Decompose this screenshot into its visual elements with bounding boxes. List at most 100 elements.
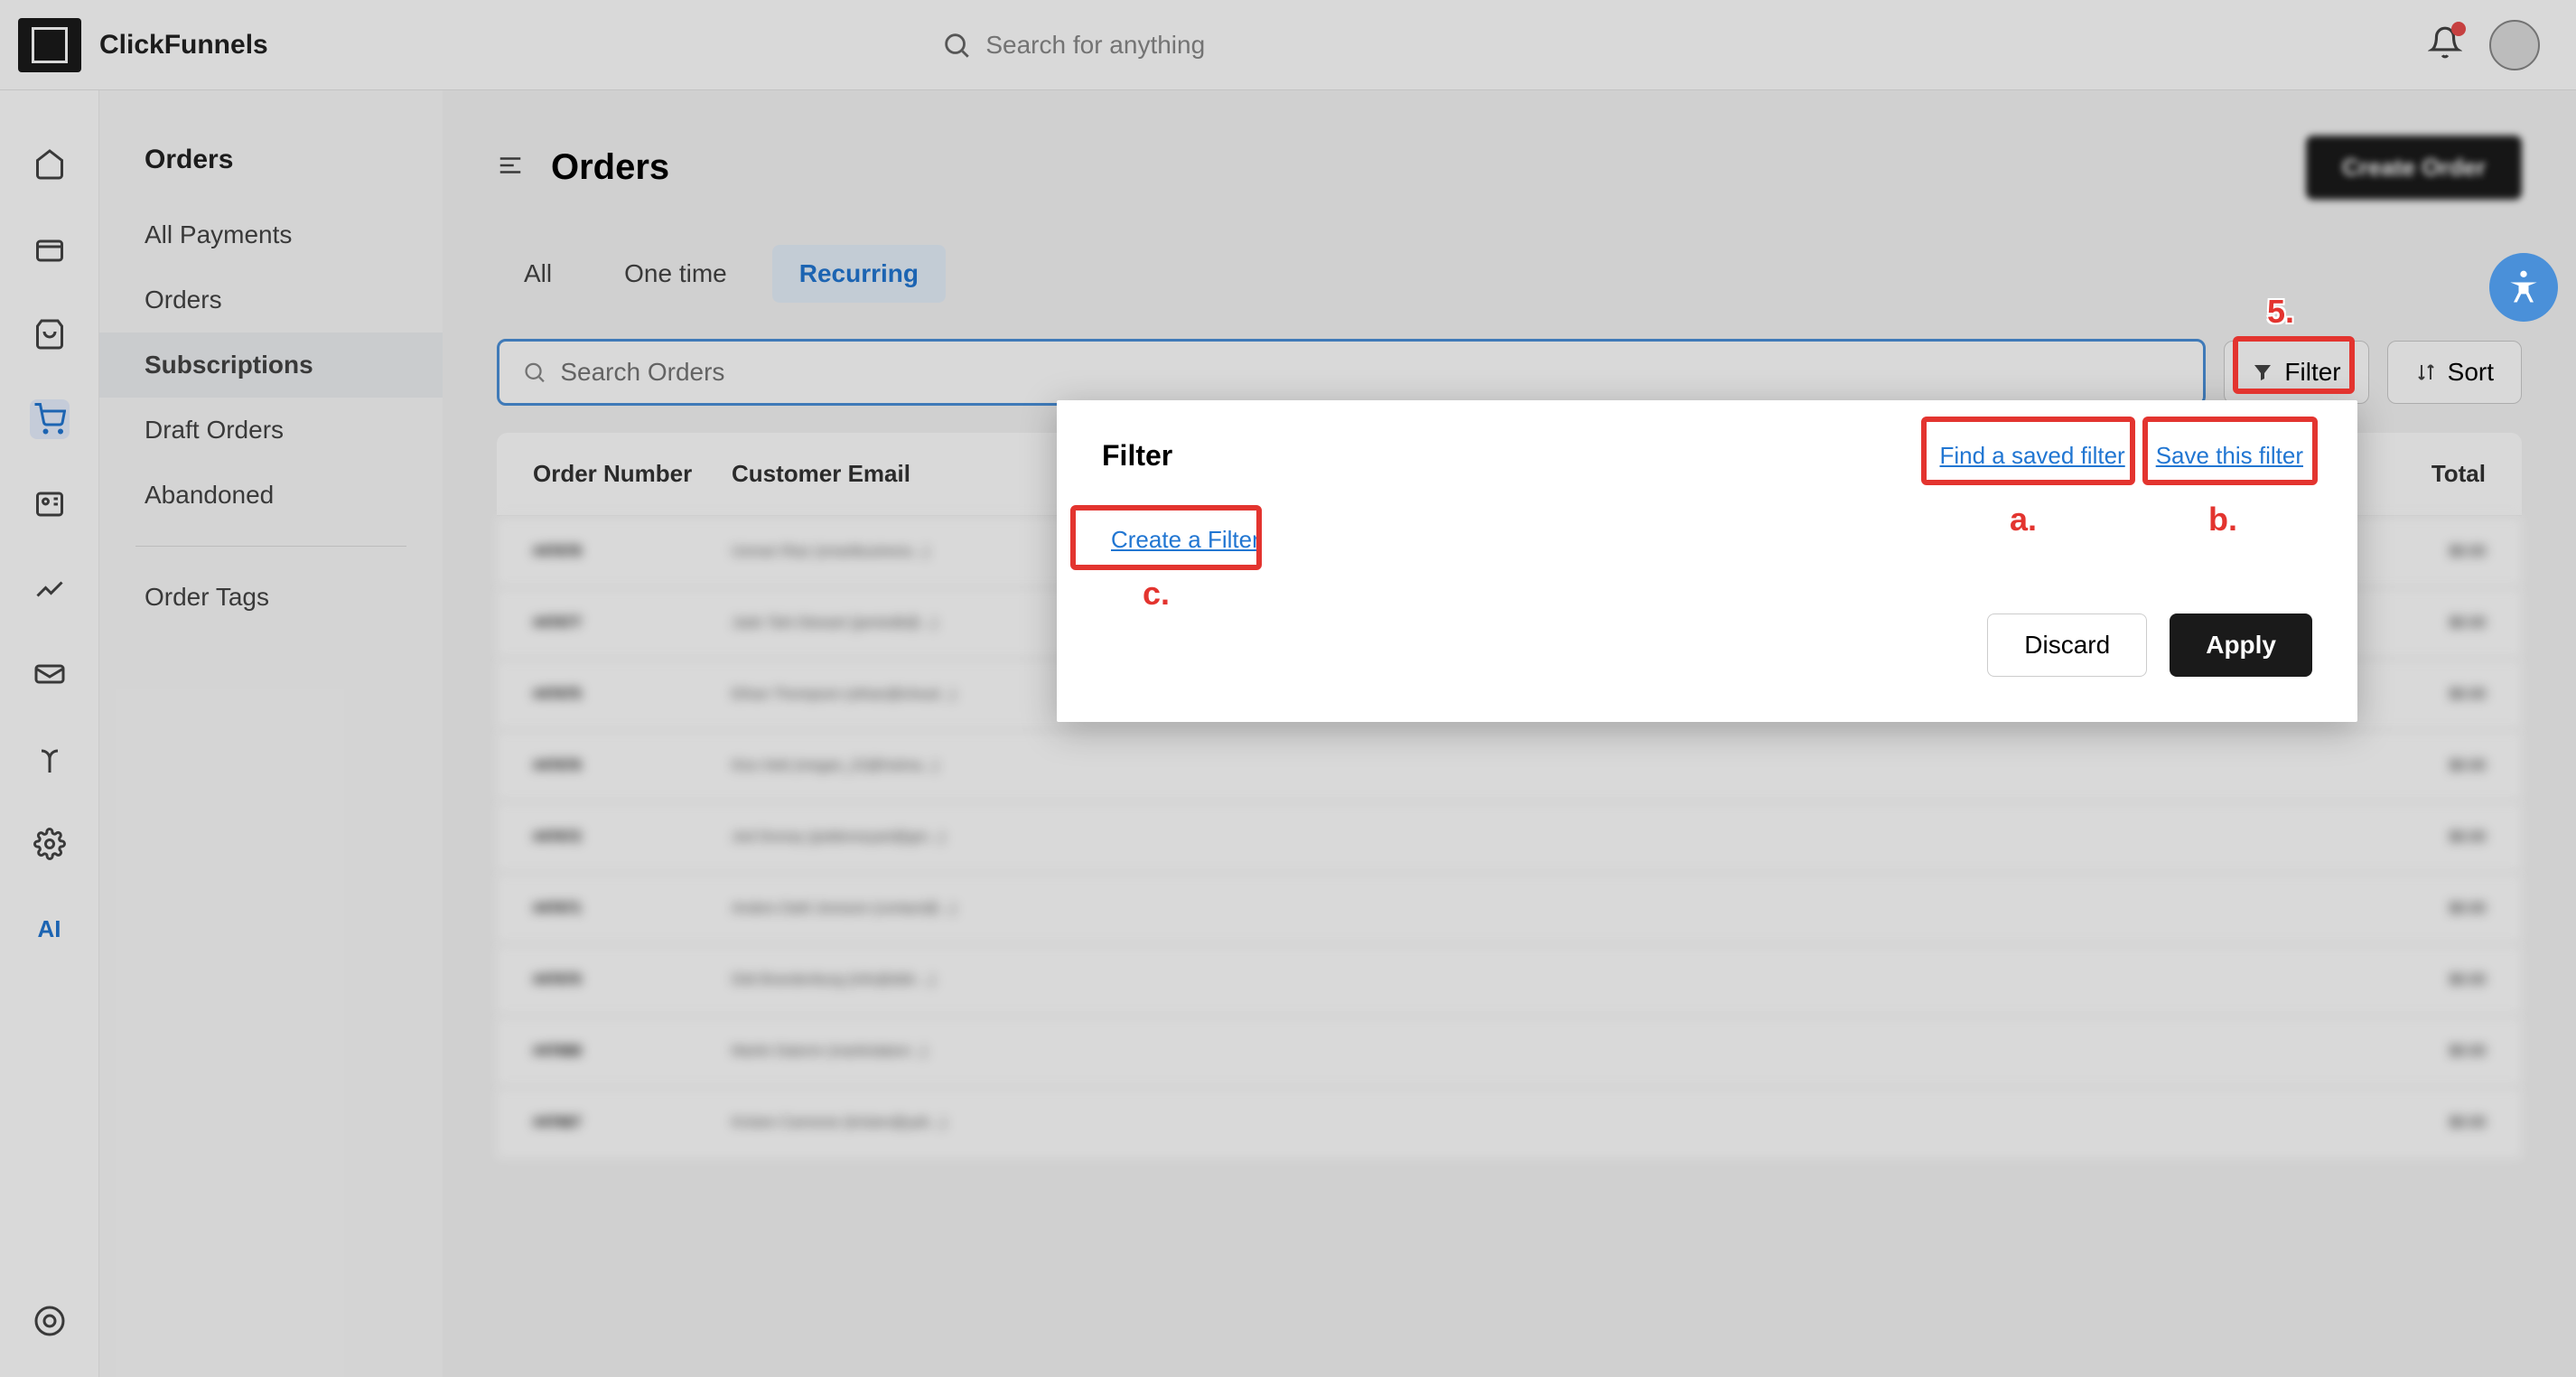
home-icon xyxy=(33,148,66,181)
table-row[interactable]: #47672Jed Dorsey (jeddorseyart@gm...)$0.… xyxy=(497,801,2522,873)
filter-popover-title: Filter xyxy=(1102,439,1172,473)
tab-recurring[interactable]: Recurring xyxy=(772,245,946,303)
contact-icon xyxy=(33,488,66,520)
td-order-number: #47667 xyxy=(533,1115,732,1131)
nav-cart[interactable] xyxy=(30,399,70,439)
nav-settings[interactable] xyxy=(30,824,70,864)
sort-button[interactable]: Sort xyxy=(2387,341,2522,404)
accessibility-icon xyxy=(2504,267,2543,307)
sidebar-item-order-tags[interactable]: Order Tags xyxy=(99,565,443,630)
apply-button[interactable]: Apply xyxy=(2170,614,2312,677)
td-customer-email: Didi Brandenburg (info@didi-...) xyxy=(732,972,2341,988)
mail-icon xyxy=(33,658,66,690)
gear-icon xyxy=(33,828,66,860)
search-orders-input[interactable] xyxy=(560,358,2180,387)
td-total: $0.00 xyxy=(2341,544,2486,560)
td-customer-email: Kristen Carmone (kristen@yah...) xyxy=(732,1115,2341,1131)
td-customer-email: Jed Dorsey (jeddorseyart@gm...) xyxy=(732,829,2341,846)
search-icon xyxy=(522,360,546,385)
nav-help[interactable] xyxy=(30,1301,70,1341)
sidebar-item-all-payments[interactable]: All Payments xyxy=(99,202,443,267)
filter-button[interactable]: Filter xyxy=(2224,341,2368,404)
avatar[interactable] xyxy=(2489,20,2540,70)
global-search[interactable]: Search for anything xyxy=(941,30,1754,61)
td-order-number: #47677 xyxy=(533,615,732,632)
main-content: Orders Create Order All One time Recurri… xyxy=(443,90,2576,1377)
td-order-number: #47675 xyxy=(533,687,732,703)
notifications-button[interactable] xyxy=(2428,25,2462,64)
th-total: Total xyxy=(2341,460,2486,488)
logo xyxy=(18,18,81,72)
tab-all[interactable]: All xyxy=(497,245,579,303)
td-order-number: #47668 xyxy=(533,1044,732,1060)
table-row[interactable]: #47670Didi Brandenburg (info@didi-...)$0… xyxy=(497,944,2522,1016)
sidebar-heading: Orders xyxy=(99,145,443,202)
page-title: Orders xyxy=(551,147,669,188)
sort-icon xyxy=(2415,361,2437,383)
td-customer-email: Anders Dahl Jonsson (contact@...) xyxy=(732,901,2341,917)
sidebar-item-draft-orders[interactable]: Draft Orders xyxy=(99,398,443,463)
search-orders-input-wrap[interactable] xyxy=(497,339,2206,406)
icon-rail: AI xyxy=(0,90,99,1377)
td-total: $0.00 xyxy=(2341,758,2486,774)
nav-contacts[interactable] xyxy=(30,484,70,524)
notification-dot xyxy=(2451,22,2466,36)
td-total: $0.00 xyxy=(2341,901,2486,917)
td-order-number: #47672 xyxy=(533,829,732,846)
td-total: $0.00 xyxy=(2341,1044,2486,1060)
nav-bag[interactable] xyxy=(30,314,70,354)
th-order-number: Order Number xyxy=(533,460,732,488)
td-total: $0.00 xyxy=(2341,1115,2486,1131)
toggle-sidebar-button[interactable] xyxy=(497,152,524,183)
tabs: All One time Recurring xyxy=(497,245,2522,303)
nav-home[interactable] xyxy=(30,145,70,184)
top-header: ClickFunnels Search for anything xyxy=(0,0,2576,90)
td-total: $0.00 xyxy=(2341,615,2486,632)
analytics-icon xyxy=(33,573,66,605)
help-icon xyxy=(33,1305,66,1337)
table-row[interactable]: #47676Kira Vetti (megan_22@hotma...)$0.0… xyxy=(497,730,2522,801)
secondary-sidebar: Orders All Payments Orders Subscriptions… xyxy=(99,90,443,1377)
search-icon xyxy=(941,30,972,61)
td-total: $0.00 xyxy=(2341,829,2486,846)
discard-button[interactable]: Discard xyxy=(1987,614,2147,677)
table-row[interactable]: #47671Anders Dahl Jonsson (contact@...)$… xyxy=(497,873,2522,944)
filter-icon xyxy=(2252,361,2273,383)
td-order-number: #47678 xyxy=(533,544,732,560)
bag-icon xyxy=(33,318,66,351)
create-filter-link[interactable]: Create a Filter xyxy=(1102,520,1269,559)
sidebar-item-orders[interactable]: Orders xyxy=(99,267,443,333)
nav-growth[interactable] xyxy=(30,739,70,779)
nav-marketing[interactable] xyxy=(30,654,70,694)
filter-label: Filter xyxy=(2284,358,2340,387)
filter-popover: Filter Find a saved filter Save this fil… xyxy=(1057,400,2357,722)
brand-name: ClickFunnels xyxy=(99,30,268,61)
sidebar-item-abandoned[interactable]: Abandoned xyxy=(99,463,443,528)
find-saved-filter-link[interactable]: Find a saved filter xyxy=(1930,436,2133,475)
td-order-number: #47671 xyxy=(533,901,732,917)
sidebar-item-subscriptions[interactable]: Subscriptions xyxy=(99,333,443,398)
td-order-number: #47670 xyxy=(533,972,732,988)
save-this-filter-link[interactable]: Save this filter xyxy=(2147,436,2312,475)
table-row[interactable]: #47668Martin Datorre (martindatorr...)$0… xyxy=(497,1016,2522,1087)
nav-ai[interactable]: AI xyxy=(30,909,70,949)
cart-icon xyxy=(33,403,66,436)
plant-icon xyxy=(33,743,66,775)
create-order-button[interactable]: Create Order xyxy=(2306,136,2522,200)
tab-one-time[interactable]: One time xyxy=(597,245,754,303)
td-customer-email: Kira Vetti (megan_22@hotma...) xyxy=(732,758,2341,774)
sort-label: Sort xyxy=(2448,358,2494,387)
nav-analytics[interactable] xyxy=(30,569,70,609)
accessibility-button[interactable] xyxy=(2489,253,2558,322)
sidebar-divider xyxy=(135,546,406,547)
box-icon xyxy=(33,233,66,266)
nav-products[interactable] xyxy=(30,230,70,269)
table-row[interactable]: #47667Kristen Carmone (kristen@yah...)$0… xyxy=(497,1087,2522,1158)
search-placeholder: Search for anything xyxy=(985,31,1205,60)
td-total: $0.00 xyxy=(2341,687,2486,703)
ai-icon: AI xyxy=(38,915,61,943)
td-order-number: #47676 xyxy=(533,758,732,774)
td-total: $0.00 xyxy=(2341,972,2486,988)
menu-icon xyxy=(497,152,524,179)
td-customer-email: Martin Datorre (martindatorr...) xyxy=(732,1044,2341,1060)
